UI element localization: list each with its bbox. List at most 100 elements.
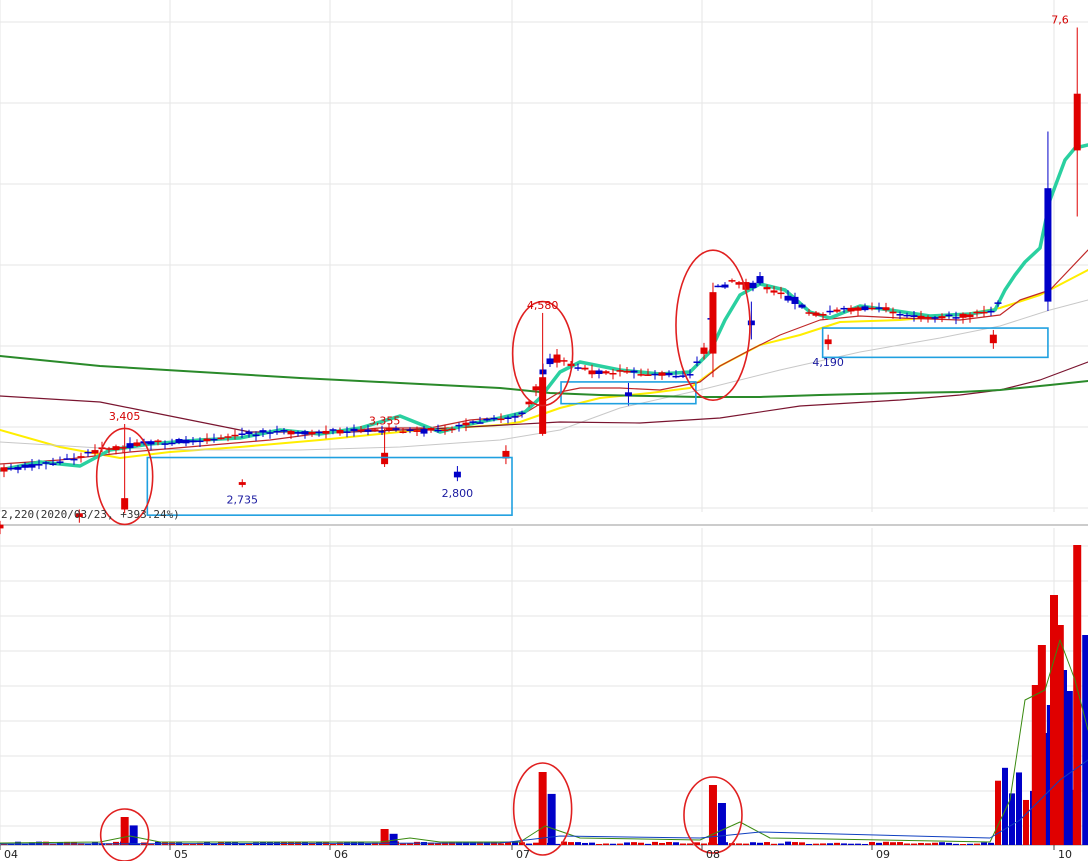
candle [329, 429, 337, 431]
candle [840, 307, 848, 310]
candle [987, 310, 995, 313]
candle [364, 429, 372, 432]
candle [469, 421, 477, 423]
candle [35, 464, 43, 466]
volume-bar [771, 843, 777, 845]
candle [21, 464, 29, 468]
x-tick-label: 04 [4, 848, 18, 861]
volume-bar [659, 842, 665, 845]
candle [322, 430, 330, 434]
candle [70, 458, 78, 461]
volume-bar [813, 843, 819, 845]
x-tick-label: 05 [174, 848, 188, 861]
candle [630, 370, 638, 373]
candle [980, 311, 988, 314]
volume-bar [778, 843, 784, 845]
volume-bar [876, 842, 882, 845]
info-text: 2,220(2020/03/23, +393.24%) [1, 508, 180, 521]
candle-key [0, 524, 4, 529]
volume-bar-key [1073, 545, 1082, 845]
candle-key [747, 320, 755, 326]
candle [357, 429, 365, 432]
candle [294, 432, 302, 434]
highlight-boxes [146, 327, 1049, 516]
candle [616, 370, 624, 372]
volume-bar [918, 842, 924, 845]
volume-bar [743, 843, 749, 845]
volume-bar [995, 780, 1001, 845]
volume-bar [869, 841, 875, 845]
candle [728, 280, 736, 282]
candle [833, 309, 841, 312]
candle [238, 433, 246, 435]
candle-key [824, 339, 832, 345]
candle [945, 314, 953, 317]
candle [392, 428, 400, 430]
price-annotation: 2,800 [442, 487, 474, 500]
volume-bar [617, 843, 623, 845]
candle [490, 417, 498, 420]
volume-bar-key [1082, 635, 1088, 845]
candle-key [624, 392, 632, 397]
candle [637, 374, 645, 376]
candle [854, 307, 862, 311]
candle [434, 429, 442, 432]
volume-bar [498, 843, 504, 845]
candle [952, 317, 960, 319]
candle [756, 276, 764, 284]
volume-bar [652, 841, 658, 845]
candle [581, 367, 589, 370]
candle [882, 307, 890, 311]
candle [189, 440, 197, 443]
candle [546, 358, 554, 365]
candle [483, 418, 491, 421]
volume-bar [792, 842, 798, 845]
volume-bar [15, 841, 21, 845]
candle [161, 443, 169, 445]
candle [826, 310, 834, 313]
candle [448, 428, 456, 431]
volume-bar [687, 843, 693, 845]
volume-bar-key [120, 817, 129, 845]
candle [749, 282, 757, 289]
volume-bar [806, 843, 812, 845]
candle [567, 363, 575, 366]
volume-bar [883, 841, 889, 845]
candle [875, 307, 883, 309]
candle [812, 312, 820, 316]
volume-bar [624, 842, 630, 845]
candle [287, 430, 295, 435]
volume-bar [638, 842, 644, 845]
candle [385, 428, 393, 430]
volume-bar [1016, 772, 1022, 845]
volume-bar-key [538, 772, 547, 845]
candle [693, 361, 701, 363]
candle [777, 292, 785, 295]
volume-bar [596, 843, 602, 845]
candle-key [453, 471, 461, 478]
x-tick-label: 07 [516, 848, 530, 861]
candle-key [989, 334, 997, 344]
volume-bar [981, 842, 987, 845]
candle [210, 438, 218, 441]
candle [623, 370, 631, 373]
candle [595, 370, 603, 374]
candle [259, 430, 267, 433]
volume-bar [820, 843, 826, 845]
candle [126, 443, 134, 448]
candle [42, 462, 50, 464]
volume-bar [568, 842, 574, 845]
candle [511, 416, 519, 418]
candle [315, 431, 323, 434]
candle [336, 429, 344, 434]
volume-bar [890, 842, 896, 845]
candle [420, 429, 428, 434]
volume-bar [603, 843, 609, 845]
candle [861, 306, 869, 311]
candle-key [381, 452, 389, 465]
volume-bar [946, 842, 952, 845]
volume-bar [764, 842, 770, 845]
candle [504, 417, 512, 419]
candle [574, 367, 582, 369]
candle [959, 313, 967, 318]
